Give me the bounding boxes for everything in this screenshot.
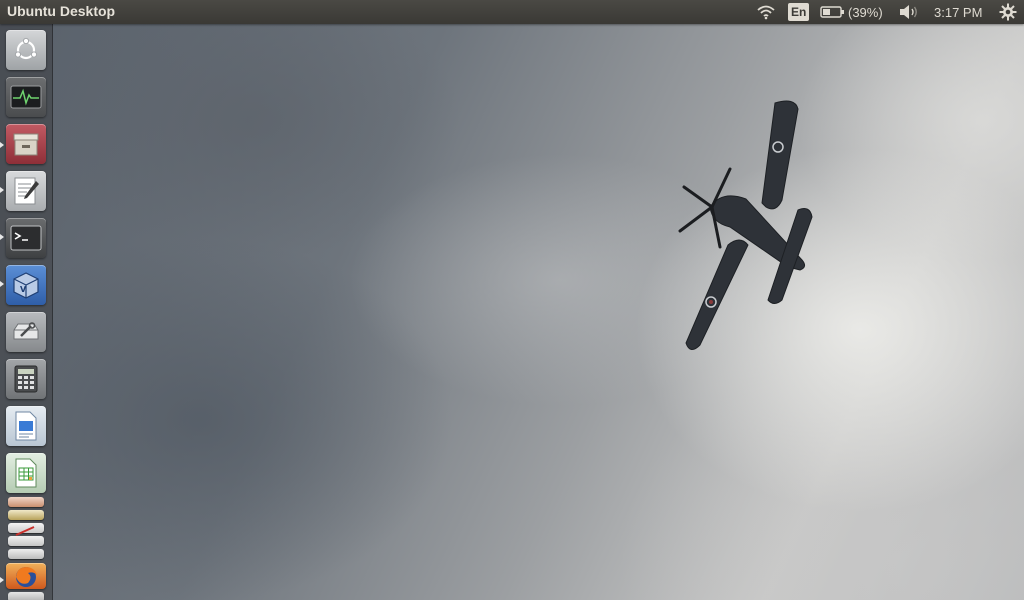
system-gear-icon[interactable] (999, 0, 1017, 24)
battery-percentage: (39%) (848, 4, 883, 20)
top-panel: Ubuntu Desktop En (39%) 3:17 PM (0, 0, 1024, 24)
archive-manager-icon (13, 133, 39, 156)
battery-indicator[interactable]: (39%) (820, 0, 883, 24)
disk-utility-icon (13, 322, 39, 340)
launcher-item-stacked[interactable] (8, 536, 44, 546)
wifi-icon[interactable] (756, 0, 776, 24)
firefox-icon (16, 567, 37, 587)
launcher-item-libreoffice-calc[interactable] (6, 453, 46, 493)
text-editor-icon (14, 177, 39, 205)
keyboard-layout-label: En (788, 3, 810, 21)
launcher-item-stacked[interactable] (8, 510, 44, 520)
launcher: V (0, 24, 53, 600)
calculator-icon (14, 365, 38, 393)
launcher-item-stacked[interactable] (8, 497, 44, 507)
launcher-item-firefox[interactable] (6, 563, 46, 589)
keyboard-layout-indicator[interactable]: En (788, 0, 810, 24)
desktop-wallpaper (0, 0, 1024, 600)
launcher-item-libreoffice-writer[interactable] (6, 406, 46, 446)
launcher-item-text-editor[interactable] (6, 171, 46, 211)
ubuntu-logo-icon (14, 37, 38, 60)
launcher-item-calculator[interactable] (6, 359, 46, 399)
launcher-item-stacked[interactable] (8, 592, 44, 600)
clock[interactable]: 3:17 PM (934, 0, 982, 24)
libreoffice-calc-icon (15, 458, 37, 488)
running-indicator (0, 577, 4, 583)
virtualbox-icon: V (13, 272, 39, 299)
launcher-item-system-monitor[interactable] (6, 77, 46, 117)
running-indicator (0, 142, 4, 148)
launcher-item-disk-utility[interactable] (6, 312, 46, 352)
running-indicator (0, 281, 4, 287)
window-title: Ubuntu Desktop (7, 3, 116, 19)
battery-icon (820, 6, 844, 18)
launcher-item-archive-manager[interactable] (6, 124, 46, 164)
launcher-item-stacked[interactable] (8, 523, 44, 536)
svg-text:V: V (20, 285, 27, 294)
terminal-icon (10, 225, 42, 251)
volume-icon[interactable] (898, 0, 920, 24)
system-monitor-icon (10, 85, 42, 109)
launcher-item-terminal[interactable] (6, 218, 46, 258)
launcher-item-virtualbox[interactable]: V (6, 265, 46, 305)
launcher-item-dash[interactable] (6, 30, 46, 70)
running-indicator (0, 234, 4, 240)
running-indicator (0, 187, 4, 193)
airplane-image (678, 100, 813, 350)
libreoffice-writer-icon (15, 411, 37, 441)
launcher-item-stacked[interactable] (8, 549, 44, 559)
